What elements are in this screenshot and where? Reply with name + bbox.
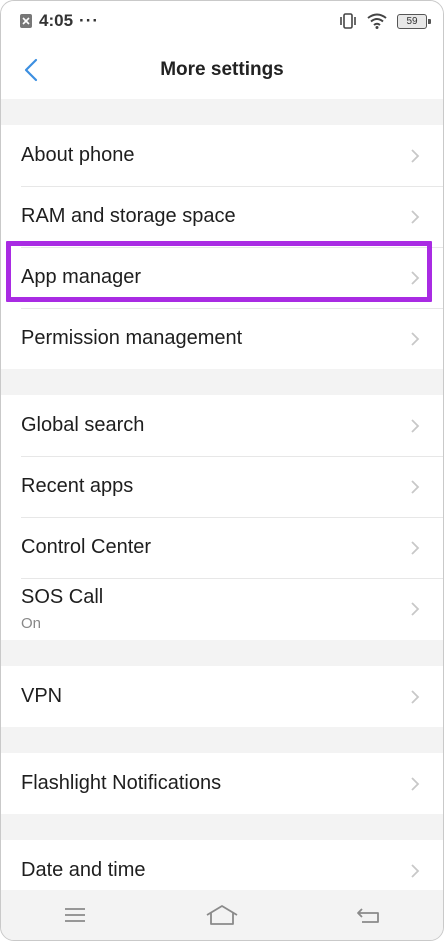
- back-button[interactable]: [15, 54, 47, 86]
- return-button[interactable]: [339, 895, 399, 935]
- battery-level: 59: [406, 15, 418, 27]
- wifi-icon: [367, 13, 387, 29]
- status-overflow-dots: ···: [79, 11, 100, 30]
- app-header: More settings: [1, 41, 443, 99]
- settings-item-vpn[interactable]: VPN: [1, 666, 443, 727]
- section-divider: [1, 99, 443, 125]
- chevron-right-icon: [411, 540, 420, 555]
- notification-icon: [20, 14, 32, 28]
- section-divider: [1, 369, 443, 395]
- return-icon: [357, 908, 380, 923]
- phone-screen: 4:05 ··· 59 More settings About phone RA…: [0, 0, 444, 941]
- navigation-bar: [1, 890, 443, 940]
- settings-item-recent-apps[interactable]: Recent apps: [1, 456, 443, 517]
- settings-list: About phone RAM and storage space App ma…: [1, 99, 443, 901]
- vibrate-icon: [340, 13, 356, 29]
- menu-icon: [64, 908, 85, 922]
- section-divider: [1, 814, 443, 840]
- home-icon: [206, 905, 238, 925]
- settings-item-app-manager[interactable]: App manager: [1, 247, 443, 308]
- settings-item-flashlight-notifications[interactable]: Flashlight Notifications: [1, 753, 443, 814]
- settings-group-system: About phone RAM and storage space App ma…: [1, 125, 443, 369]
- settings-item-control-center[interactable]: Control Center: [1, 517, 443, 578]
- chevron-right-icon: [411, 148, 420, 163]
- status-time: 4:05: [39, 11, 74, 30]
- home-button[interactable]: [192, 895, 252, 935]
- chevron-right-icon: [411, 689, 420, 704]
- section-divider: [1, 640, 443, 666]
- settings-group-flashlight: Flashlight Notifications: [1, 753, 443, 814]
- settings-item-global-search[interactable]: Global search: [1, 395, 443, 456]
- sos-call-status: On: [21, 615, 42, 632]
- chevron-left-icon: [24, 58, 38, 82]
- settings-group-features: Global search Recent apps Control Center…: [1, 395, 443, 640]
- chevron-right-icon: [411, 479, 420, 494]
- settings-item-permission-management[interactable]: Permission management: [1, 308, 443, 369]
- settings-item-about-phone[interactable]: About phone: [1, 125, 443, 186]
- chevron-right-icon: [411, 602, 420, 616]
- chevron-right-icon: [411, 776, 420, 791]
- chevron-right-icon: [411, 270, 420, 285]
- chevron-right-icon: [411, 418, 420, 433]
- status-bar: 4:05 ··· 59: [1, 1, 443, 41]
- section-divider: [1, 727, 443, 753]
- menu-button[interactable]: [45, 895, 105, 935]
- settings-group-network: VPN: [1, 666, 443, 727]
- battery-icon: 59: [397, 13, 431, 29]
- page-title: More settings: [160, 59, 284, 80]
- settings-item-ram-storage[interactable]: RAM and storage space: [1, 186, 443, 247]
- chevron-right-icon: [411, 331, 420, 346]
- settings-item-sos-call[interactable]: SOS Call On: [1, 578, 443, 640]
- chevron-right-icon: [411, 863, 420, 878]
- chevron-right-icon: [411, 209, 420, 224]
